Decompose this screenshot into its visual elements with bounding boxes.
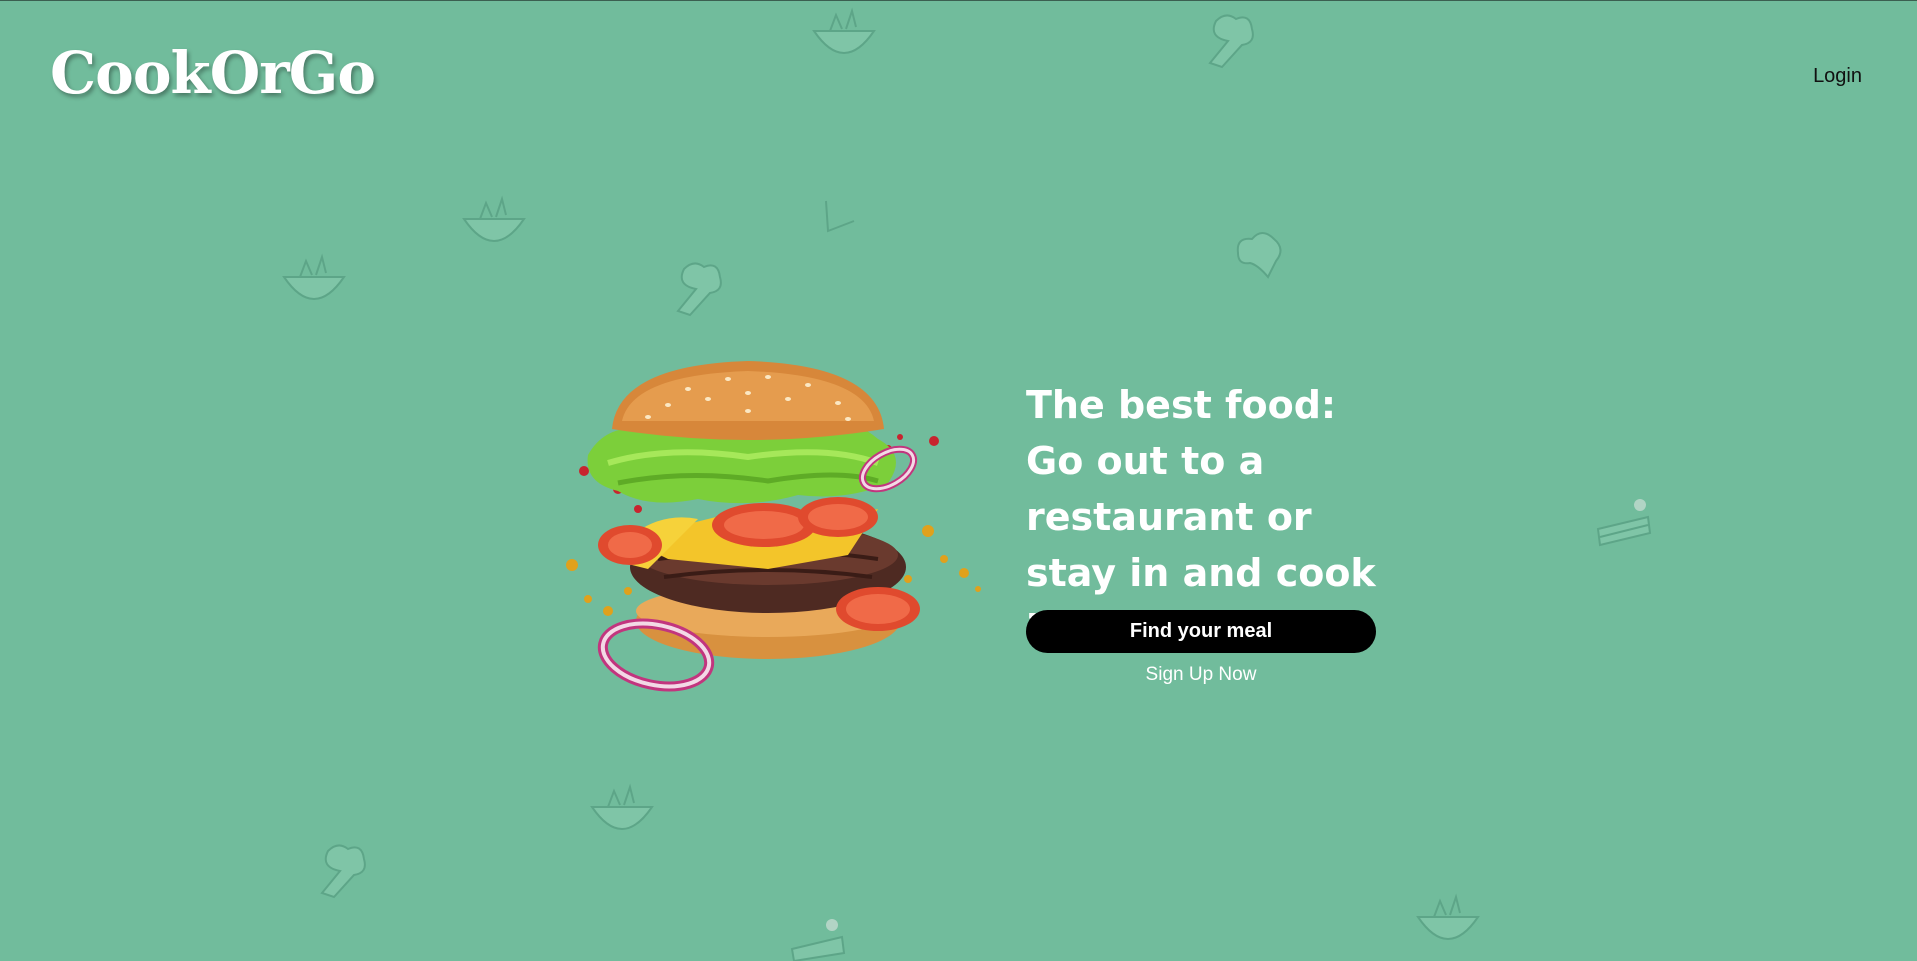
burger-image — [548, 359, 990, 699]
salad-bowl-icon — [458, 193, 530, 259]
sign-up-link[interactable]: Sign Up Now — [1026, 664, 1376, 686]
cake-slice-icon — [1592, 493, 1662, 549]
site-logo[interactable]: CookOrGo — [50, 39, 376, 107]
broccoli-icon — [1198, 7, 1258, 69]
broccoli-icon — [1228, 225, 1288, 287]
cake-slice-icon — [786, 917, 856, 961]
salad-bowl-icon — [1412, 891, 1484, 957]
salad-bowl-icon — [278, 251, 350, 317]
find-meal-button[interactable]: Find your meal — [1026, 610, 1376, 653]
login-link[interactable]: Login — [1813, 65, 1862, 88]
salad-bowl-icon — [808, 5, 880, 71]
utensil-icon — [820, 197, 860, 237]
broccoli-icon — [666, 255, 726, 317]
salad-bowl-icon — [586, 781, 658, 847]
broccoli-icon — [310, 837, 370, 899]
